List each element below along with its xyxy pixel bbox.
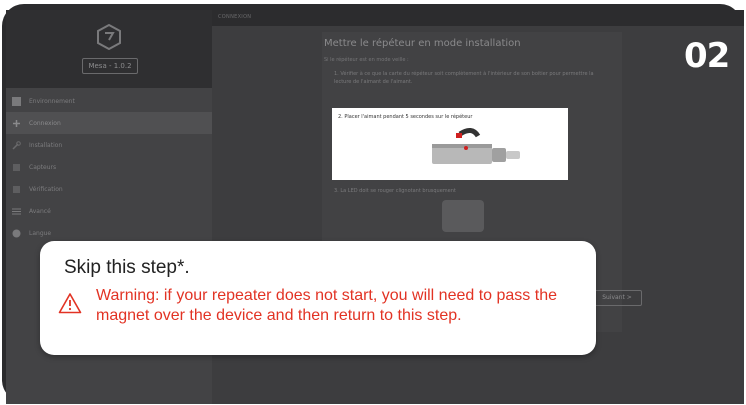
step-1-text: 1. Vérifier à ce que la carte du répéteu…	[334, 71, 594, 85]
top-bar: CONNEXION	[212, 10, 744, 26]
app-logo-icon	[97, 24, 121, 50]
repeater-magnet-illustration	[432, 128, 520, 164]
sidebar-menu: Environnement Connexion Installation Cap…	[6, 90, 212, 244]
callout-card: Skip this step*. Warning: if your repeat…	[40, 241, 596, 355]
step-number: 02	[684, 36, 730, 76]
step-3-text: 3. La LED doit se rouger clignotant brus…	[334, 188, 456, 194]
panel-subtitle: Si le répéteur est en mode veille :	[324, 57, 409, 63]
sidebar-item-label: Environnement	[29, 97, 75, 105]
sidebar-item-label: Langue	[29, 229, 52, 237]
sidebar-item-label: Avancé	[29, 207, 51, 215]
next-button[interactable]: Suivant >	[592, 290, 642, 306]
wrench-icon	[12, 140, 21, 150]
sensor-icon	[13, 163, 20, 171]
sidebar-item-avance[interactable]: Avancé	[6, 200, 212, 222]
callout-title: Skip this step*.	[64, 257, 190, 278]
sidebar-item-connexion[interactable]: Connexion	[6, 112, 212, 134]
topbar-title: CONNEXION	[218, 14, 252, 20]
grid-icon	[12, 96, 21, 106]
sidebar-item-label: Installation	[29, 141, 63, 149]
sidebar-item-capteurs[interactable]: Capteurs	[6, 156, 212, 178]
version-button[interactable]: Mesa - 1.0.2	[82, 58, 138, 74]
plus-icon	[13, 119, 20, 127]
sidebar-item-verification[interactable]: Vérification	[6, 178, 212, 200]
sidebar-item-environnement[interactable]: Environnement	[6, 90, 212, 112]
sidebar-item-installation[interactable]: Installation	[6, 134, 212, 156]
check-icon	[13, 185, 20, 193]
globe-icon	[12, 229, 21, 237]
sidebar-item-label: Connexion	[29, 119, 61, 127]
sidebar-item-label: Capteurs	[29, 163, 57, 171]
panel-title: Mettre le répéteur en mode installation	[324, 38, 521, 49]
sidebar-item-label: Vérification	[29, 185, 63, 193]
sidebar-header: Mesa - 1.0.2	[6, 10, 212, 88]
step-2-card: 2. Placer l'aimant pendant 5 secondes su…	[332, 108, 568, 180]
warning-triangle-icon	[58, 293, 82, 314]
warning-text: Warning: if your repeater does not start…	[96, 287, 557, 324]
sliders-icon	[12, 208, 21, 214]
repeater-device-image	[442, 200, 484, 232]
